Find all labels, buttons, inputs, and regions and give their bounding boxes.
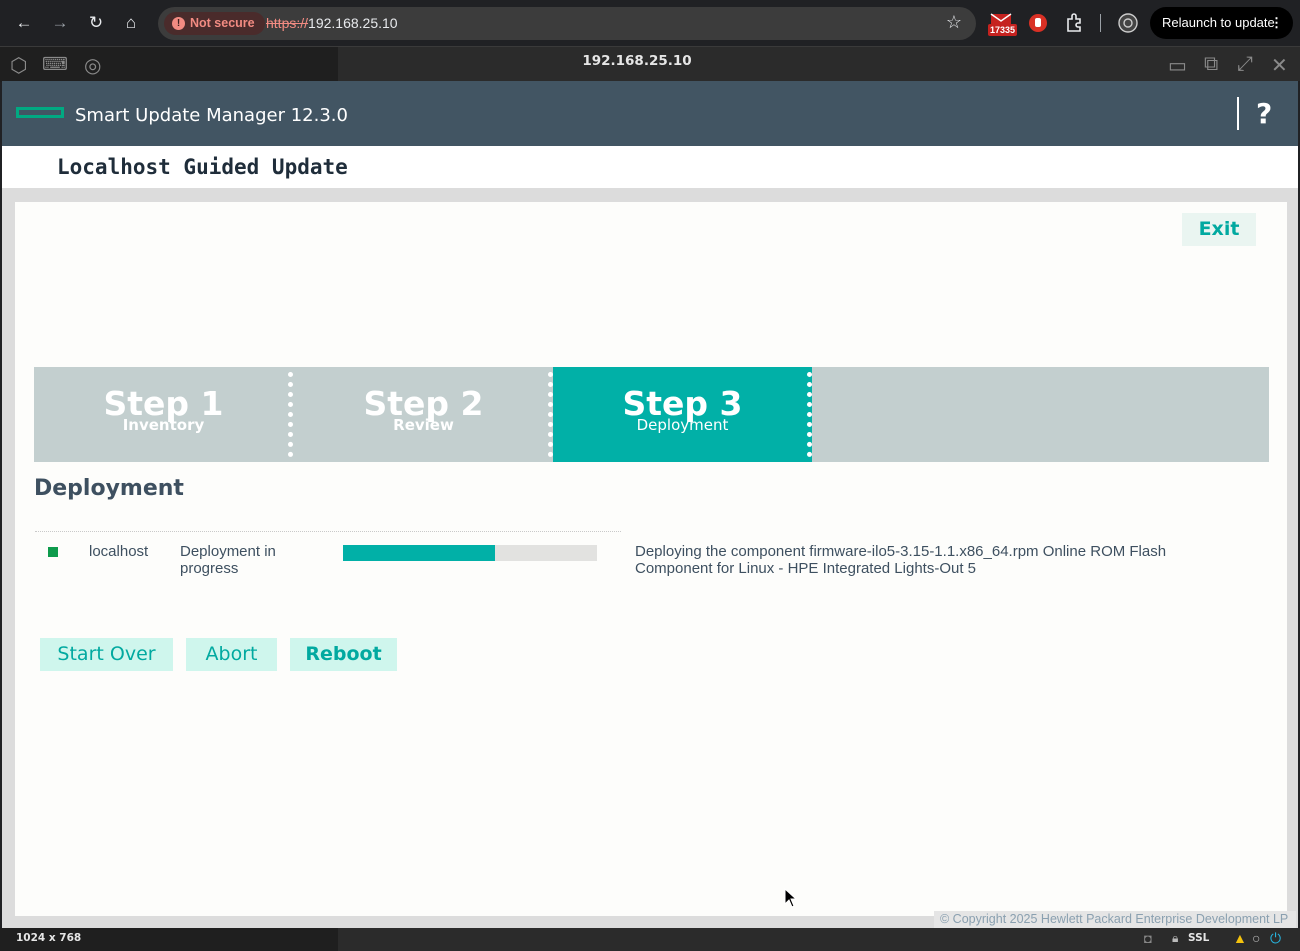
status-left: 1024 x 768 <box>0 928 338 951</box>
power-status-icon[interactable]: ⏻ <box>1270 930 1281 947</box>
deployment-status: Deployment in progress <box>180 543 276 577</box>
section-title: Deployment <box>34 476 184 501</box>
page-header: Localhost Guided Update <box>2 146 1298 188</box>
fullscreen-icon[interactable]: ⤢ <box>1237 53 1253 76</box>
main-panel: Exit Step 1 Inventory Step 2 Review Step… <box>15 202 1287 916</box>
help-button[interactable]: ? <box>1256 97 1272 130</box>
exit-button[interactable]: Exit <box>1182 213 1256 246</box>
bookmark-star-icon[interactable]: ☆ <box>946 12 962 33</box>
close-viewer-icon[interactable]: ✕ <box>1271 53 1288 78</box>
abort-button[interactable]: Abort <box>186 638 277 671</box>
start-over-button[interactable]: Start Over <box>40 638 173 671</box>
page-title: Localhost Guided Update <box>57 155 348 179</box>
copyright-text: © Copyright 2025 Hewlett Packard Enterpr… <box>934 911 1296 928</box>
progress-fill <box>343 545 496 561</box>
stop-hand-extension-icon[interactable] <box>1026 11 1050 35</box>
step-3-subtitle: Deployment <box>636 416 729 434</box>
app-title: Smart Update Manager 12.3.0 <box>75 105 348 126</box>
deployment-message: Deploying the component firmware-ilo5-3.… <box>635 543 1167 577</box>
step-bar: Step 1 Inventory Step 2 Review Step 3 De… <box>34 367 1269 462</box>
reboot-button[interactable]: Reboot <box>290 638 397 671</box>
more-menu-icon[interactable]: ⋮ <box>1270 7 1283 39</box>
layout-icon[interactable]: ▭ <box>1168 53 1187 78</box>
app-header: Smart Update Manager 12.3.0 ? <box>2 81 1298 146</box>
status-indicator <box>48 547 58 557</box>
lock-icon: 🔒︎ <box>1172 931 1179 945</box>
progress-bar <box>343 545 597 561</box>
relaunch-label: Relaunch to update <box>1162 15 1275 30</box>
mouse-cursor-icon <box>784 888 798 908</box>
toolbar-separator <box>1100 14 1101 32</box>
reload-icon[interactable]: ↻ <box>82 9 110 37</box>
header-divider <box>1237 97 1239 130</box>
host-name: localhost <box>89 543 149 560</box>
step-2[interactable]: Step 2 Review <box>294 367 553 462</box>
url-scheme: https:// <box>266 15 309 31</box>
table-row: localhost Deployment in progress Deployi… <box>15 542 1287 582</box>
section-divider <box>35 531 621 532</box>
camera-icon[interactable]: ◘ <box>1144 931 1152 946</box>
warning-icon: ! <box>172 17 185 30</box>
address-bar[interactable]: ! Not secure https://192.168.25.10 ☆ <box>158 7 976 40</box>
remote-viewer-bar: ⬡ ⌨ ◎ 192.168.25.10 ▭ ⧉ ⤢ ✕ <box>0 46 1300 82</box>
profile-avatar-icon[interactable] <box>1116 11 1140 35</box>
url-text[interactable]: https://192.168.25.10 <box>266 15 398 31</box>
step-2-subtitle: Review <box>393 416 454 434</box>
viewer-title: 192.168.25.10 <box>582 53 692 69</box>
resolution-text: 1024 x 768 <box>16 932 82 944</box>
step-divider <box>807 372 812 457</box>
home-icon[interactable]: ⌂ <box>117 9 145 37</box>
viewer-status-bar: 1024 x 768 ◘ 🔒︎ SSL ▲ ○ ⏻ <box>0 928 1300 951</box>
extension-badge: 17335 <box>988 24 1018 36</box>
browser-toolbar: ← → ↻ ⌂ ! Not secure https://192.168.25.… <box>0 0 1300 46</box>
security-chip[interactable]: ! Not secure <box>164 12 265 35</box>
back-icon[interactable]: ← <box>10 9 38 37</box>
remote-screen[interactable]: Smart Update Manager 12.3.0 ? Localhost … <box>2 81 1298 928</box>
warning-triangle-icon[interactable]: ▲ <box>1233 930 1247 946</box>
relaunch-button[interactable]: Relaunch to update ⋮ <box>1150 7 1293 39</box>
ssl-label: SSL <box>1188 932 1210 944</box>
step-1[interactable]: Step 1 Inventory <box>34 367 293 462</box>
step-3[interactable]: Step 3 Deployment <box>553 367 812 462</box>
extensions-puzzle-icon[interactable] <box>1063 11 1087 35</box>
security-label: Not secure <box>190 16 255 30</box>
step-1-subtitle: Inventory <box>122 416 205 434</box>
url-host: 192.168.25.10 <box>308 15 398 31</box>
step-divider <box>288 372 293 457</box>
forward-icon[interactable]: → <box>46 9 74 37</box>
status-circle-icon: ○ <box>1252 930 1261 946</box>
hpe-logo <box>16 107 64 118</box>
window-mode-icon[interactable]: ⧉ <box>1204 53 1218 76</box>
